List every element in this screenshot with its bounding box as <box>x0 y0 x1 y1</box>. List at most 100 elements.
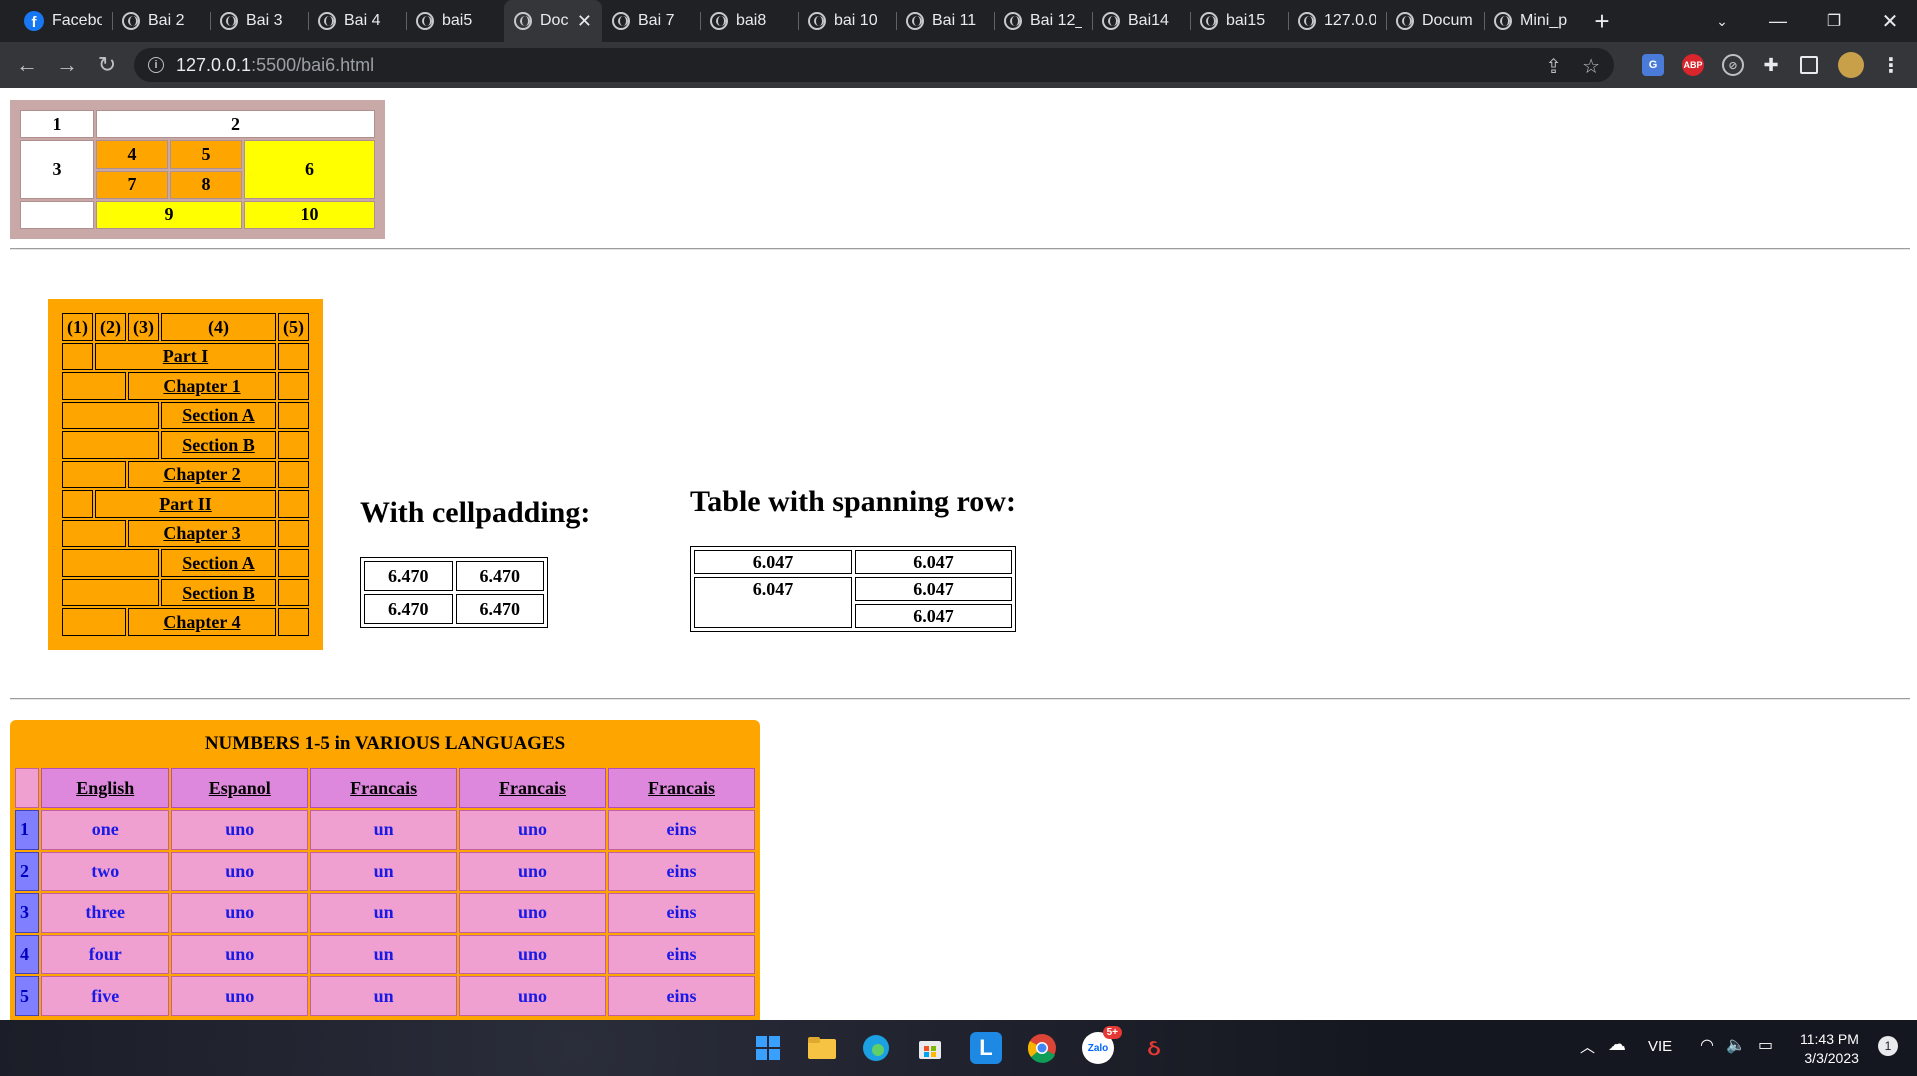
header-francais-link[interactable]: Francais <box>648 778 715 798</box>
table-cell: 6.470 <box>455 594 544 624</box>
new-tab-button[interactable]: + <box>1582 0 1622 42</box>
windows-start-icon[interactable] <box>752 1032 784 1064</box>
tab-bai14[interactable]: Bai14 <box>1092 0 1190 42</box>
close-tab-icon[interactable]: ✕ <box>577 11 592 32</box>
header-english-link[interactable]: English <box>76 778 134 798</box>
tab-facebook[interactable]: f Facebo <box>14 0 112 42</box>
menu-kebab-icon[interactable]: ⋮ <box>1880 54 1902 77</box>
link-chapter-3[interactable]: Chapter 3 <box>163 523 240 543</box>
globe-icon <box>1298 12 1316 30</box>
adblock-extension-icon[interactable]: ABP <box>1682 54 1704 76</box>
table-row: 1 one uno un uno eins <box>15 809 755 850</box>
tab-label: bai8 <box>736 12 767 29</box>
tab-bai15[interactable]: bai15 <box>1190 0 1288 42</box>
file-explorer-icon[interactable] <box>806 1032 838 1064</box>
tab-search-chevron-icon[interactable]: ⌄ <box>1694 0 1750 42</box>
site-info-icon[interactable]: i <box>148 57 164 73</box>
tab-bai2[interactable]: Bai 2 <box>112 0 210 42</box>
tab-doc-active[interactable]: Doc ✕ <box>504 0 602 42</box>
globe-icon <box>710 12 728 30</box>
link-section-b[interactable]: Section B <box>182 435 255 455</box>
header-col-5: (5) <box>278 313 309 341</box>
tab-label: Docum <box>1422 12 1473 29</box>
divider <box>10 248 1910 250</box>
tab-document[interactable]: Docum <box>1386 0 1484 42</box>
globe-icon <box>122 12 140 30</box>
volume-icon[interactable]: 🔈 <box>1726 1035 1746 1055</box>
table-cell: uno <box>171 809 309 850</box>
onedrive-cloud-icon[interactable]: ☁ <box>1608 1034 1626 1055</box>
tab-label: Facebo <box>52 12 102 29</box>
extensions-puzzle-icon[interactable]: ✚ <box>1760 54 1782 76</box>
cell-7: 7 <box>96 170 168 199</box>
back-button[interactable]: ← <box>12 50 42 80</box>
table-cell: eins <box>608 851 755 892</box>
share-icon[interactable]: ⇪ <box>1545 54 1562 79</box>
clock[interactable]: 11:43 PM 3/3/2023 <box>1800 1030 1859 1068</box>
side-panel-icon[interactable] <box>1800 56 1818 74</box>
link-section-a[interactable]: Section A <box>182 553 255 573</box>
link-section-b[interactable]: Section B <box>182 583 255 603</box>
tab-label: Bai 12_ <box>1030 12 1082 29</box>
garena-icon[interactable]: ઠ <box>1138 1032 1170 1064</box>
facebook-icon: f <box>24 11 44 31</box>
forward-button[interactable]: → <box>52 50 82 80</box>
close-window-button[interactable]: ✕ <box>1862 0 1917 42</box>
chrome-icon[interactable] <box>1026 1032 1058 1064</box>
tab-label: Doc <box>540 12 569 29</box>
languages-caption: NUMBERS 1-5 in VARIOUS LANGUAGES <box>204 733 566 755</box>
tab-bai11[interactable]: Bai 11 <box>896 0 994 42</box>
profile-avatar[interactable] <box>1838 52 1864 78</box>
tab-bai5[interactable]: bai5 <box>406 0 504 42</box>
globe-icon <box>1004 12 1022 30</box>
tray-chevron-icon[interactable]: ︿ <box>1580 1036 1595 1057</box>
restore-button[interactable]: ❐ <box>1806 0 1862 42</box>
spanning-heading: Table with spanning row: <box>690 485 1016 518</box>
link-section-a[interactable]: Section A <box>182 405 255 425</box>
header-col-3: (3) <box>128 313 159 341</box>
app-l-icon[interactable]: L <box>970 1032 1002 1064</box>
language-indicator[interactable]: VIE <box>1648 1038 1672 1055</box>
tab-label: bai5 <box>442 12 473 29</box>
tab-bai10[interactable]: bai 10 <box>798 0 896 42</box>
header-francais-link[interactable]: Francais <box>350 778 417 798</box>
zalo-icon[interactable]: Zalo 5+ <box>1082 1026 1122 1064</box>
tab-bai12[interactable]: Bai 12_ <box>994 0 1092 42</box>
bookmark-star-icon[interactable]: ☆ <box>1582 54 1600 79</box>
table-cell: uno <box>459 976 607 1016</box>
address-bar[interactable]: i 127.0.0.1:5500/bai6.html ⇪ ☆ <box>134 48 1614 82</box>
link-part-2[interactable]: Part II <box>159 494 212 514</box>
microsoft-store-icon[interactable] <box>914 1032 946 1064</box>
reload-button[interactable]: ↻ <box>92 50 122 80</box>
tab-bai8[interactable]: bai8 <box>700 0 798 42</box>
tab-label: Mini_p <box>1520 12 1568 29</box>
tab-mini-project[interactable]: Mini_p <box>1484 0 1582 42</box>
tab-bai3[interactable]: Bai 3 <box>210 0 308 42</box>
table-cell: 6.047 <box>855 604 1012 628</box>
tab-bai7[interactable]: Bai 7 <box>602 0 700 42</box>
link-part-1[interactable]: Part I <box>163 346 208 366</box>
table-cell: un <box>310 851 458 892</box>
notification-count-badge[interactable]: 1 <box>1878 1036 1898 1056</box>
table-cell: uno <box>171 893 309 933</box>
url-host: 127.0.0.1 <box>176 54 252 75</box>
header-francais-link[interactable]: Francais <box>499 778 566 798</box>
compass-extension-icon[interactable]: ⊘ <box>1722 54 1744 76</box>
header-espanol-link[interactable]: Espanol <box>209 778 271 798</box>
header-col-4: (4) <box>161 313 276 341</box>
link-chapter-2[interactable]: Chapter 2 <box>163 464 240 484</box>
globe-icon <box>514 12 532 30</box>
link-chapter-4[interactable]: Chapter 4 <box>163 612 240 632</box>
span-demo-table: 1 2 3 4 5 6 7 8 9 10 <box>10 100 385 239</box>
globe-icon <box>318 12 336 30</box>
battery-icon[interactable]: ▭ <box>1758 1035 1773 1055</box>
wifi-icon[interactable]: ◠ <box>1700 1035 1714 1055</box>
tab-label: Bai 3 <box>246 12 283 29</box>
translate-extension-icon[interactable]: G <box>1642 54 1664 76</box>
tab-localhost[interactable]: 127.0.0 <box>1288 0 1386 42</box>
minimize-button[interactable]: — <box>1750 0 1806 42</box>
table-cell: eins <box>608 934 755 975</box>
link-chapter-1[interactable]: Chapter 1 <box>163 376 240 396</box>
edge-browser-icon[interactable] <box>860 1032 892 1064</box>
tab-bai4[interactable]: Bai 4 <box>308 0 406 42</box>
